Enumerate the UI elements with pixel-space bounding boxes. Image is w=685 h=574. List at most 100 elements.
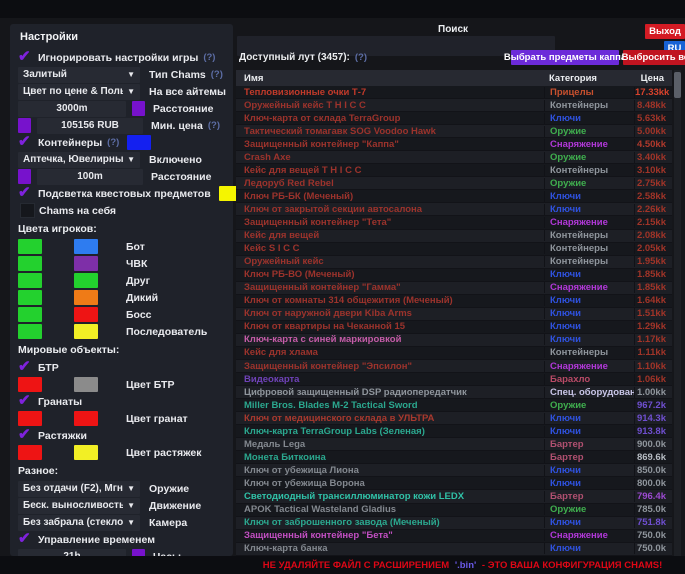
loot-row[interactable]: Miller Bros. Blades M-2 Tactical Sword О…: [236, 399, 672, 412]
loot-distance-input[interactable]: 100m: [37, 169, 143, 185]
loot-row[interactable]: Защищенный контейнер "Бета" Снаряжение 7…: [236, 530, 672, 543]
help-icon[interactable]: (?): [208, 120, 220, 131]
loot-item-name: Ключ-карта с синей маркировкой: [236, 334, 544, 345]
loot-row[interactable]: Ключ-карта TerraGroup Labs (Зеленая) Клю…: [236, 425, 672, 438]
help-icon[interactable]: (?): [107, 137, 119, 148]
loot-row[interactable]: Защищенный контейнер "Эпсилон" Снаряжени…: [236, 360, 672, 373]
player-color-swatch-visible[interactable]: [18, 324, 42, 339]
loot-row[interactable]: Ключ-карта с синей маркировкой Ключи 1.1…: [236, 334, 672, 347]
loot-item-category: Снаряжение: [544, 361, 634, 372]
loot-item-price: 1.06kk: [634, 374, 672, 385]
containers-color-swatch[interactable]: [127, 135, 151, 150]
grenade-color-swatch-1[interactable]: [18, 411, 42, 426]
column-header-name[interactable]: Имя: [236, 73, 544, 84]
tripwire-color-swatch-2[interactable]: [74, 445, 98, 460]
player-color-swatch-visible[interactable]: [18, 290, 42, 305]
loot-row[interactable]: Защищенный контейнер "Тета" Снаряжение 2…: [236, 216, 672, 229]
player-color-row: ЧВК: [18, 256, 233, 271]
tripwire-color-swatch-1[interactable]: [18, 445, 42, 460]
help-icon[interactable]: (?): [355, 52, 367, 63]
min-price-input[interactable]: 105156 RUB: [37, 118, 143, 134]
distance-color-swatch[interactable]: [132, 101, 145, 116]
loot-item-name: Видеокарта: [236, 374, 544, 385]
loot-row[interactable]: Кейс для вещей Т Н I С С Контейнеры 3.10…: [236, 164, 672, 177]
loot-row[interactable]: Кейс для вещей Контейнеры 2.08kk: [236, 230, 672, 243]
select-kappa-items-button[interactable]: Выбрать предметы каппа: [511, 50, 619, 65]
loot-row[interactable]: Медаль Lega Бартер 900.0k: [236, 438, 672, 451]
min-price-color-swatch[interactable]: [18, 118, 31, 133]
help-icon[interactable]: (?): [211, 69, 223, 80]
btr-color-swatch-2[interactable]: [74, 377, 98, 392]
player-color-swatch-visible[interactable]: [18, 307, 42, 322]
player-color-swatch-visible[interactable]: [18, 256, 42, 271]
loot-row[interactable]: Ключ-карта банка Ключи 750.0k: [236, 543, 672, 556]
camera-select[interactable]: Без забрала (стекло шлема) ▼: [18, 515, 140, 531]
weapon-select[interactable]: Без отдачи (F2), Мгновенное п ▼: [18, 481, 140, 497]
loot-row[interactable]: Кейс S I C C Контейнеры 2.05kk: [236, 243, 672, 256]
loot-filter-select[interactable]: Аптечка, Ювелирные и... ▼: [18, 152, 140, 168]
loot-row[interactable]: Ключ РБ-БК (Меченый) Ключи 2.58kk: [236, 190, 672, 203]
loot-row[interactable]: Кейс для хлама Контейнеры 1.11kk: [236, 347, 672, 360]
checkbox-self-chams[interactable]: [20, 203, 35, 218]
checkbox-ignore-game[interactable]: ✔: [18, 50, 38, 65]
loot-distance-color-swatch[interactable]: [18, 169, 31, 184]
checkbox-tripwires[interactable]: ✔: [18, 428, 38, 443]
loot-row[interactable]: Защищенный контейнер "Гамма" Снаряжение …: [236, 282, 672, 295]
chevron-down-icon: ▼: [127, 501, 135, 510]
player-color-row: Друг: [18, 273, 233, 288]
loot-row[interactable]: Защищенный контейнер "Каппа" Снаряжение …: [236, 138, 672, 151]
loot-row[interactable]: Светодиодный трансиллюминатор кожи LEDX …: [236, 490, 672, 503]
loot-row[interactable]: Цифровой защищенный DSP радиопередатчик …: [236, 386, 672, 399]
grenade-color-swatch-2[interactable]: [74, 411, 98, 426]
loot-row[interactable]: Ключ от медицинского склада в УЛЬТРА Клю…: [236, 412, 672, 425]
player-color-swatch-visible[interactable]: [18, 239, 42, 254]
player-color-swatch-alt[interactable]: [74, 273, 98, 288]
loot-row[interactable]: Ключ РБ-ВО (Меченый) Ключи 1.85kk: [236, 269, 672, 282]
exit-button[interactable]: Выход: [645, 24, 685, 39]
loot-row[interactable]: Crash Axe Оружие 3.40kk: [236, 151, 672, 164]
player-color-swatch-alt[interactable]: [74, 290, 98, 305]
scrollbar-thumb[interactable]: [674, 72, 681, 98]
discard-all-button[interactable]: Выбросить все: [623, 50, 685, 65]
table-scrollbar[interactable]: [674, 70, 681, 556]
loot-row[interactable]: Ключ от наружной двери Kiba Arms Ключи 1…: [236, 308, 672, 321]
setting-loot-distance: 100m Расстояние: [18, 169, 233, 184]
loot-row[interactable]: Ключ от квартиры на Чеканной 15 Ключи 1.…: [236, 321, 672, 334]
setting-containers: ✔ Контейнеры (?): [18, 135, 233, 150]
loot-row[interactable]: Видеокарта Барахло 1.06kk: [236, 373, 672, 386]
player-color-swatch-visible[interactable]: [18, 273, 42, 288]
loot-row[interactable]: Ключ от заброшенного завода (Меченый) Кл…: [236, 517, 672, 530]
checkbox-grenades[interactable]: ✔: [18, 394, 38, 409]
checkbox-time-control[interactable]: ✔: [18, 532, 38, 547]
loot-item-name: Защищенный контейнер "Тета": [236, 217, 544, 228]
checkbox-quest-highlight[interactable]: ✔: [18, 186, 38, 201]
distance-input[interactable]: 3000m: [18, 101, 126, 117]
chams-type-select[interactable]: Залитый ▼: [18, 67, 140, 83]
all-items-select[interactable]: Цвет по цене & Пользователь ▼: [18, 84, 140, 100]
movement-select[interactable]: Беск. выносливость и нет уста ▼: [18, 498, 140, 514]
player-color-swatch-alt[interactable]: [74, 239, 98, 254]
column-header-price[interactable]: Цена: [634, 73, 672, 84]
loot-row[interactable]: Тактический томагавк SOG Voodoo Hawk Ору…: [236, 125, 672, 138]
help-icon[interactable]: (?): [203, 52, 215, 63]
checkbox-containers[interactable]: ✔: [18, 135, 38, 150]
player-color-swatch-alt[interactable]: [74, 307, 98, 322]
loot-row[interactable]: Ключ-карта от склада TerraGroup Ключи 5.…: [236, 112, 672, 125]
loot-item-category: Снаряжение: [544, 217, 634, 228]
player-color-swatch-alt[interactable]: [74, 256, 98, 271]
column-header-category[interactable]: Категория: [544, 73, 634, 84]
loot-row[interactable]: Ключ от комнаты 314 общежития (Меченый) …: [236, 295, 672, 308]
loot-row[interactable]: Тепловизионные очки Т-7 Прицелы 17.33kk: [236, 86, 672, 99]
loot-row[interactable]: Оружейный кейс Т Н I С С Контейнеры 8.48…: [236, 99, 672, 112]
loot-row[interactable]: Ледоруб Red Rebel Оружие 2.75kk: [236, 177, 672, 190]
btr-color-swatch-1[interactable]: [18, 377, 42, 392]
loot-row[interactable]: Монета Биткоина Бартер 869.6k: [236, 451, 672, 464]
player-color-swatch-alt[interactable]: [74, 324, 98, 339]
checkbox-btr[interactable]: ✔: [18, 360, 38, 375]
player-color-row: Босс: [18, 307, 233, 322]
loot-row[interactable]: APOK Tactical Wasteland Gladius Оружие 7…: [236, 504, 672, 517]
loot-row[interactable]: Ключ от убежища Лиона Ключи 850.0k: [236, 464, 672, 477]
loot-row[interactable]: Оружейный кейс Контейнеры 1.95kk: [236, 256, 672, 269]
loot-row[interactable]: Ключ от закрытой секции автосалона Ключи…: [236, 203, 672, 216]
loot-row[interactable]: Ключ от убежища Ворона Ключи 800.0k: [236, 477, 672, 490]
